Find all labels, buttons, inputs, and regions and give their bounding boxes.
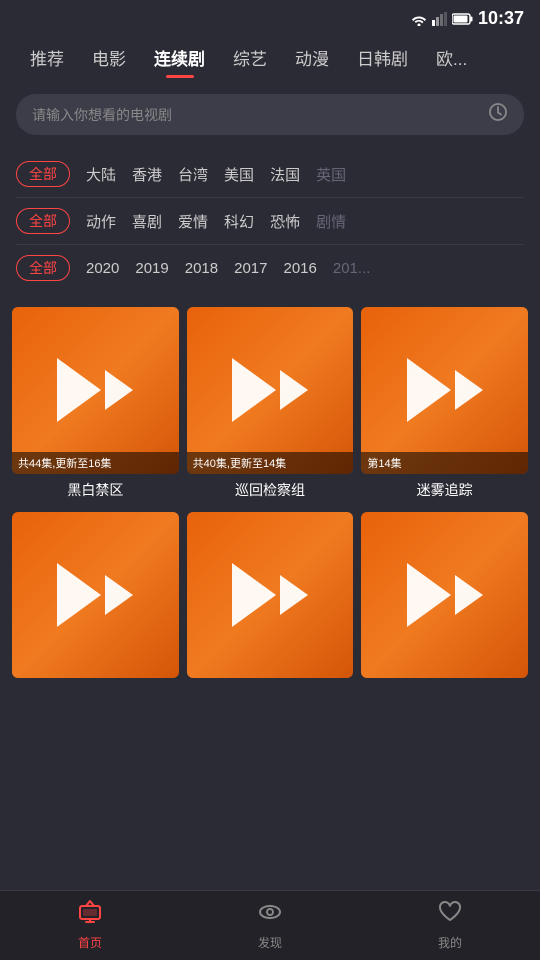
tab-western[interactable]: 欧...	[422, 41, 481, 74]
filter-row-region: 全部 大陆 香港 台湾 美国 法国 英国	[16, 151, 524, 198]
status-icons: 10:37	[410, 8, 524, 29]
play-logo	[12, 512, 179, 679]
item-title	[187, 684, 354, 688]
tab-anime[interactable]: 动漫	[281, 41, 343, 74]
filter-2016[interactable]: 2016	[284, 260, 317, 277]
filter-row-genre: 全部 动作 喜剧 爱情 科幻 恐怖 剧情	[16, 198, 524, 245]
list-item[interactable]	[187, 512, 354, 689]
content-grid: 共44集,更新至16集 黑白禁区 共40集,更新至14集 巡回检察组	[0, 295, 540, 688]
filter-comedy[interactable]: 喜剧	[132, 211, 162, 232]
filter-row-year: 全部 2020 2019 2018 2017 2016 201...	[16, 245, 524, 291]
item-title: 迷雾追踪	[361, 480, 528, 504]
filter-2018[interactable]: 2018	[185, 260, 218, 277]
list-item[interactable]: 共44集,更新至16集 黑白禁区	[12, 307, 179, 504]
thumbnail	[361, 512, 528, 679]
filter-all-region[interactable]: 全部	[16, 161, 70, 187]
filter-scifi[interactable]: 科幻	[224, 211, 254, 232]
nav-mine-label: 我的	[438, 934, 462, 951]
tab-recommend[interactable]: 推荐	[16, 41, 78, 74]
tab-korean[interactable]: 日韩剧	[343, 41, 422, 74]
nav-home-label: 首页	[78, 934, 102, 951]
play-logo	[361, 307, 528, 474]
episode-badge: 共44集,更新至16集	[12, 452, 179, 474]
thumbnail	[12, 512, 179, 679]
thumbnail	[187, 512, 354, 679]
filter-usa[interactable]: 美国	[224, 164, 254, 185]
filter-2019[interactable]: 2019	[135, 260, 168, 277]
tab-variety[interactable]: 综艺	[219, 41, 281, 74]
item-title: 巡回检察组	[187, 480, 354, 504]
thumbnail: 共40集,更新至14集	[187, 307, 354, 474]
filter-2020[interactable]: 2020	[86, 260, 119, 277]
list-item[interactable]	[361, 512, 528, 689]
filter-2017[interactable]: 2017	[234, 260, 267, 277]
episode-badge: 第14集	[361, 452, 528, 474]
filter-horror[interactable]: 恐怖	[270, 211, 300, 232]
filter-older[interactable]: 201...	[333, 260, 371, 277]
filter-mainland[interactable]: 大陆	[86, 164, 116, 185]
filter-drama[interactable]: 剧情	[316, 211, 346, 232]
play-logo	[361, 512, 528, 679]
play-logo	[187, 307, 354, 474]
discover-eye-icon	[257, 900, 283, 930]
tab-series[interactable]: 连续剧	[140, 41, 219, 74]
filter-all-genre[interactable]: 全部	[16, 208, 70, 234]
filter-all-year[interactable]: 全部	[16, 255, 70, 281]
filter-hongkong[interactable]: 香港	[132, 164, 162, 185]
filter-taiwan[interactable]: 台湾	[178, 164, 208, 185]
filter-action[interactable]: 动作	[86, 211, 116, 232]
filter-france[interactable]: 法国	[270, 164, 300, 185]
signal-icon	[432, 12, 448, 26]
search-placeholder: 请输入你想看的电视剧	[32, 105, 480, 125]
play-logo	[12, 307, 179, 474]
filter-romance[interactable]: 爱情	[178, 211, 208, 232]
item-title	[361, 684, 528, 688]
search-bar[interactable]: 请输入你想看的电视剧	[16, 94, 524, 135]
wifi-icon	[410, 12, 428, 26]
nav-mine[interactable]: 我的	[437, 900, 463, 951]
list-item[interactable]: 共40集,更新至14集 巡回检察组	[187, 307, 354, 504]
nav-tabs: 推荐 电影 连续剧 综艺 动漫 日韩剧 欧...	[0, 33, 540, 86]
battery-icon	[452, 13, 474, 25]
thumbnail: 第14集	[361, 307, 528, 474]
nav-discover-label: 发现	[258, 934, 282, 951]
bottom-nav: 首页 发现 我的	[0, 890, 540, 960]
filter-uk[interactable]: 英国	[316, 164, 346, 185]
play-logo	[187, 512, 354, 679]
list-item[interactable]: 第14集 迷雾追踪	[361, 307, 528, 504]
list-item[interactable]	[12, 512, 179, 689]
tab-movie[interactable]: 电影	[78, 41, 140, 74]
status-bar: 10:37	[0, 0, 540, 33]
filter-section: 全部 大陆 香港 台湾 美国 法国 英国 全部 动作 喜剧 爱情 科幻 恐怖 剧…	[0, 151, 540, 291]
item-title	[12, 684, 179, 688]
nav-home[interactable]: 首页	[77, 900, 103, 951]
home-tv-icon	[77, 900, 103, 930]
episode-badge: 共40集,更新至14集	[187, 452, 354, 474]
clock-icon	[488, 102, 508, 127]
thumbnail: 共44集,更新至16集	[12, 307, 179, 474]
mine-heart-icon	[437, 900, 463, 930]
item-title: 黑白禁区	[12, 480, 179, 504]
status-time: 10:37	[478, 8, 524, 29]
nav-discover[interactable]: 发现	[257, 900, 283, 951]
